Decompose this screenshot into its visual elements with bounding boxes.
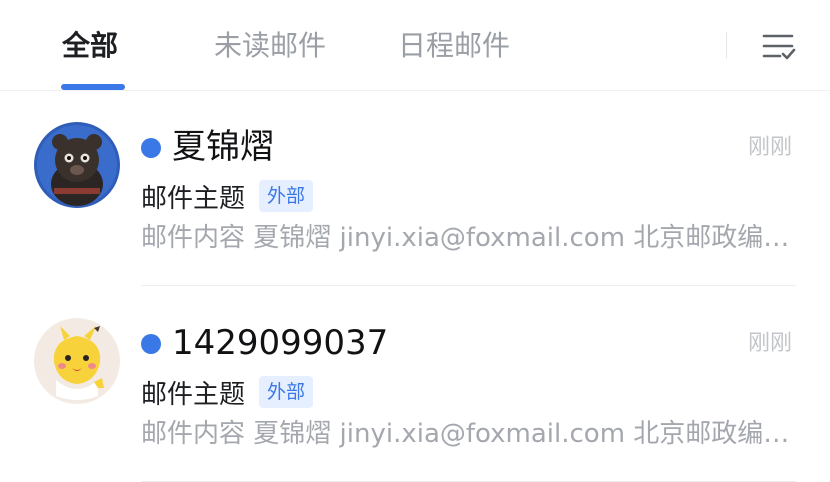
mail-subject: 邮件主题 [141,379,246,410]
unread-dot-icon [141,138,161,158]
avatar[interactable] [34,318,120,404]
tab-divider [726,32,727,58]
received-time: 刚刚 [747,135,792,160]
mail-filter-tabbar: 全部 未读邮件 日程邮件 [0,0,830,91]
active-tab-indicator [61,84,125,90]
subject-row: 邮件主题 外部 [141,372,314,412]
unread-dot-icon [141,334,161,354]
mail-list-item[interactable]: 1429099037 刚刚 邮件主题 外部 邮件内容 夏锦熠 jinyi.xia… [0,292,830,482]
sender-name: 1429099037 [172,323,389,363]
received-time: 刚刚 [747,331,792,356]
mail-list-screen: 全部 未读邮件 日程邮件 夏锦熠 刚刚 邮件主题 外部 邮件内容 夏锦熠 jin… [0,0,830,482]
dark-cartoon-bear-avatar-icon [34,122,120,208]
external-tag: 外部 [259,376,314,408]
sender-name: 夏锦熠 [172,127,274,167]
filter-button[interactable] [756,26,800,66]
yellow-cartoon-character-avatar-icon [34,318,120,404]
tab-schedule[interactable]: 日程邮件 [398,26,510,66]
mail-preview: 邮件内容 夏锦熠 jinyi.xia@foxmail.com 北京邮政编码 10… [141,419,793,449]
filter-sort-icon [762,34,796,60]
external-tag: 外部 [259,180,314,212]
subject-row: 邮件主题 外部 [141,176,314,216]
tab-unread[interactable]: 未读邮件 [214,26,326,66]
mail-list-item[interactable]: 夏锦熠 刚刚 邮件主题 外部 邮件内容 夏锦熠 jinyi.xia@foxmai… [0,96,830,286]
tab-all[interactable]: 全部 [62,26,118,66]
item-separator [141,285,796,286]
avatar[interactable] [34,122,120,208]
mail-subject: 邮件主题 [141,183,246,214]
mail-preview: 邮件内容 夏锦熠 jinyi.xia@foxmail.com 北京邮政编码 10… [141,223,793,253]
